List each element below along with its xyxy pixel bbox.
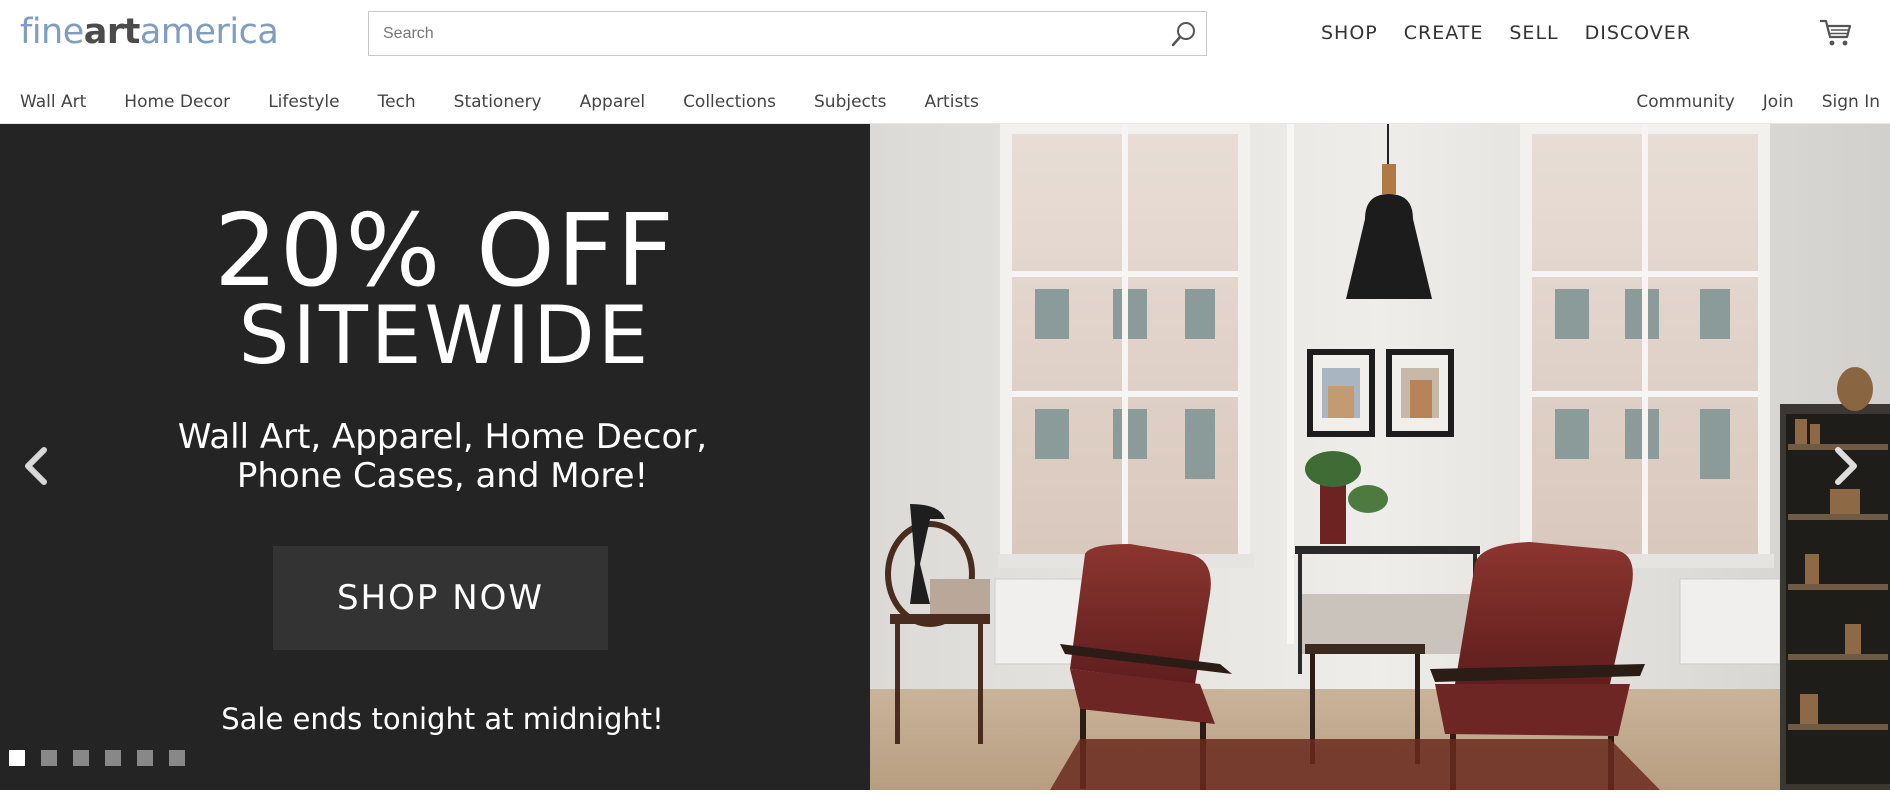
search-box [368, 11, 1207, 56]
carousel-dot-4[interactable] [105, 750, 121, 766]
category-nav: Wall Art Home Decor Lifestyle Tech Stati… [0, 80, 1890, 126]
carousel-dot-5[interactable] [137, 750, 153, 766]
join-link[interactable]: Join [1763, 92, 1794, 112]
search-icon[interactable] [1170, 20, 1198, 48]
category-subjects[interactable]: Subjects [814, 92, 886, 112]
promo-panel: 20% OFF SITEWIDE Wall Art, Apparel, Home… [0, 124, 870, 790]
category-tech[interactable]: Tech [378, 92, 416, 112]
main-nav: SHOP CREATE SELL DISCOVER [1321, 22, 1717, 44]
promo-subtext-2: Phone Cases, and More! [236, 456, 649, 496]
logo-part-art: art [83, 12, 141, 52]
category-nav-left: Wall Art Home Decor Lifestyle Tech Stati… [20, 92, 1017, 126]
logo-part-fine: fine [20, 12, 84, 52]
chevron-left-icon[interactable] [16, 440, 56, 492]
shop-now-button[interactable]: SHOP NOW [273, 546, 608, 650]
account-nav: Community Join Sign In [1636, 92, 1890, 112]
left-window [998, 124, 1254, 568]
carousel-dot-2[interactable] [41, 750, 57, 766]
category-home-decor[interactable]: Home Decor [124, 92, 230, 112]
sign-in-link[interactable]: Sign In [1822, 92, 1880, 112]
bookshelf [1780, 367, 1890, 790]
chevron-right-icon[interactable] [1826, 440, 1866, 492]
carousel-dots [9, 750, 201, 766]
community-link[interactable]: Community [1636, 92, 1734, 112]
search-input[interactable] [369, 12, 1159, 55]
nav-discover[interactable]: DISCOVER [1585, 22, 1691, 44]
category-collections[interactable]: Collections [683, 92, 776, 112]
carousel-dot-3[interactable] [73, 750, 89, 766]
nav-create[interactable]: CREATE [1404, 22, 1484, 44]
category-apparel[interactable]: Apparel [580, 92, 645, 112]
site-logo[interactable]: fineartamerica [20, 12, 279, 52]
nav-sell[interactable]: SELL [1509, 22, 1558, 44]
carousel-dot-6[interactable] [169, 750, 185, 766]
hero-carousel: 20% OFF SITEWIDE Wall Art, Apparel, Home… [0, 124, 1890, 790]
nav-shop[interactable]: SHOP [1321, 22, 1378, 44]
carousel-dot-1[interactable] [9, 750, 25, 766]
room-scene-image [870, 124, 1890, 790]
category-stationery[interactable]: Stationery [435, 92, 560, 126]
logo-part-america: america [139, 12, 279, 52]
category-wall-art[interactable]: Wall Art [20, 92, 86, 112]
category-lifestyle[interactable]: Lifestyle [268, 92, 339, 112]
sale-note: Sale ends tonight at midnight! [221, 702, 664, 736]
cart-icon[interactable] [1819, 18, 1853, 48]
category-artists[interactable]: Artists [924, 92, 978, 112]
promo-headline-2: SITEWIDE [238, 289, 652, 382]
promo-subtext-1: Wall Art, Apparel, Home Decor, [177, 417, 708, 457]
right-window [1518, 124, 1774, 568]
top-header: fineartamerica SHOP CREATE SELL DISCOVER [0, 0, 1890, 68]
